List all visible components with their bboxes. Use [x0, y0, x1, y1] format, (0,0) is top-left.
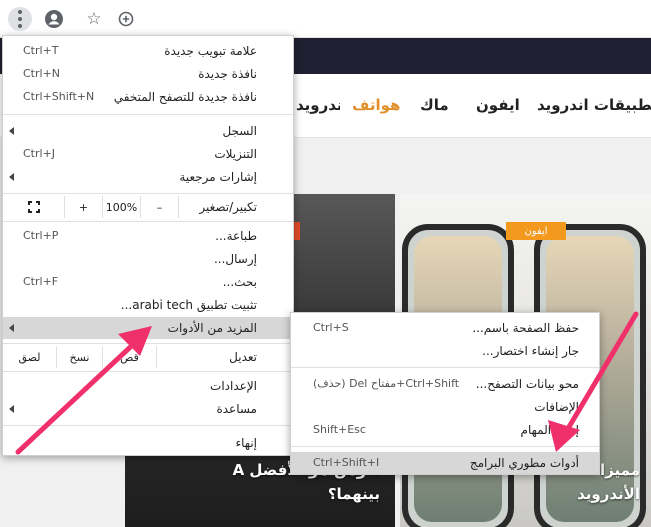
menu-divider: [3, 114, 293, 115]
headline-right-line2: الأندرويد: [577, 485, 640, 503]
zoom-controls: + 100% – تكبير/تصغير: [3, 196, 293, 218]
paste-button[interactable]: لصق: [3, 346, 57, 368]
menu-divider: [3, 343, 293, 344]
menu-item-new-tab[interactable]: Ctrl+T علامة تبويب جديدة: [3, 40, 293, 62]
menu-item-print[interactable]: Ctrl+P طباعة...: [3, 225, 293, 247]
menu-item-incognito[interactable]: Ctrl+Shift+N نافذة جديدة للتصفح المتخفي: [3, 86, 293, 108]
menu-item-label: الإعدادات: [210, 379, 257, 393]
submenu-item-create-shortcut[interactable]: جار إنشاء اختصار...: [291, 340, 599, 362]
menu-divider: [291, 367, 599, 368]
menu-divider: [3, 221, 293, 222]
submenu-item-developer-tools[interactable]: Ctrl+Shift+I أدوات مطوري البرامج: [291, 452, 599, 474]
menu-item-label: إشارات مرجعية: [179, 170, 257, 184]
shortcut-label: Ctrl+J: [23, 147, 56, 160]
menu-item-install-app[interactable]: تثبيت تطبيق arabi tech...: [3, 294, 293, 316]
nav-android-apps[interactable]: تطبيقات اندرويد: [537, 96, 651, 114]
menu-divider: [3, 425, 293, 426]
kebab-menu-icon[interactable]: [8, 7, 32, 31]
shortcut-label: Ctrl+P: [23, 229, 59, 242]
menu-item-label: نافذة جديدة: [198, 67, 257, 81]
chrome-main-menu: Ctrl+T علامة تبويب جديدة Ctrl+N نافذة جد…: [2, 35, 294, 456]
menu-item-downloads[interactable]: Ctrl+J التنزيلات: [3, 143, 293, 165]
menu-item-new-window[interactable]: Ctrl+N نافذة جديدة: [3, 63, 293, 85]
shortcut-label: Ctrl+Shift+I: [313, 456, 380, 469]
shortcut-label: Ctrl+Shift+مفتاح Del (حذف): [313, 377, 460, 390]
zoom-out-button[interactable]: –: [141, 196, 179, 218]
shortcut-label: Ctrl+N: [23, 67, 61, 80]
edit-label: تعديل: [229, 350, 257, 364]
browser-toolbar: ☆: [0, 0, 651, 38]
menu-item-label: السجل: [222, 124, 257, 138]
nav-mac[interactable]: ماك: [420, 96, 449, 114]
menu-item-label: التنزيلات: [214, 147, 257, 161]
menu-item-label: إنهاء: [235, 436, 257, 450]
menu-item-label: علامة تبويب جديدة: [164, 44, 257, 58]
menu-item-label: المزيد من الأدوات: [167, 321, 257, 335]
menu-item-label: مساعدة: [216, 402, 257, 416]
menu-item-cast[interactable]: إرسال...: [3, 248, 293, 270]
cut-button[interactable]: قص: [103, 346, 157, 368]
edit-controls: لصق نسخ قص تعديل: [3, 346, 293, 368]
menu-item-exit[interactable]: إنهاء: [3, 432, 293, 454]
shortcut-label: Ctrl+T: [23, 44, 59, 57]
headline-left-prefix: A: [232, 461, 245, 479]
submenu-item-label: محو بيانات التصفح...: [475, 377, 579, 391]
menu-item-history[interactable]: السجل: [3, 120, 293, 142]
shortcut-label: Ctrl+S: [313, 321, 349, 334]
account-circle-icon[interactable]: [42, 7, 66, 31]
zoom-label: تكبير/تصغير: [199, 200, 257, 214]
submenu-arrow-icon: [9, 173, 14, 181]
category-badge-iphone[interactable]: ايفون: [506, 222, 566, 240]
nav-phones[interactable]: هواتف: [352, 96, 400, 114]
submenu-item-label: إدارة المهام: [520, 423, 579, 437]
submenu-item-label: الإضافات: [534, 400, 579, 414]
submenu-item-label: جار إنشاء اختصار...: [482, 344, 579, 358]
submenu-item-task-manager[interactable]: Shift+Esc إدارة المهام: [291, 419, 599, 441]
fullscreen-icon[interactable]: [3, 196, 65, 218]
menu-item-more-tools[interactable]: المزيد من الأدوات: [3, 317, 293, 339]
shortcut-label: Ctrl+F: [23, 275, 59, 288]
menu-divider: [3, 193, 293, 194]
menu-item-help[interactable]: مساعدة: [3, 398, 293, 420]
submenu-arrow-icon: [9, 324, 14, 332]
star-icon[interactable]: ☆: [82, 7, 106, 31]
submenu-item-label: حفظ الصفحة باسم...: [472, 321, 579, 335]
menu-item-settings[interactable]: الإعدادات: [3, 375, 293, 397]
menu-item-find[interactable]: Ctrl+F بحث...: [3, 271, 293, 293]
submenu-arrow-icon: [9, 405, 14, 413]
headline-left-line2: بينهما؟: [327, 485, 380, 503]
menu-divider: [291, 446, 599, 447]
submenu-item-save-page[interactable]: Ctrl+S حفظ الصفحة باسم...: [291, 317, 599, 339]
nav-iphone[interactable]: ايفون: [476, 96, 520, 114]
copy-button[interactable]: نسخ: [57, 346, 103, 368]
menu-item-label: نافذة جديدة للتصفح المتخفي: [113, 90, 257, 104]
shortcut-label: Ctrl+Shift+N: [23, 90, 95, 103]
more-tools-submenu: Ctrl+S حفظ الصفحة باسم... جار إنشاء اختص…: [290, 312, 600, 475]
menu-item-label: تثبيت تطبيق arabi tech...: [120, 298, 257, 312]
menu-item-label: بحث...: [222, 275, 257, 289]
shortcut-label: Shift+Esc: [313, 423, 366, 436]
menu-item-bookmarks[interactable]: إشارات مرجعية: [3, 166, 293, 188]
plus-circle-icon[interactable]: [114, 7, 138, 31]
submenu-item-clear-data[interactable]: Ctrl+Shift+مفتاح Del (حذف) محو بيانات ال…: [291, 373, 599, 395]
submenu-item-label: أدوات مطوري البرامج: [469, 456, 579, 470]
submenu-arrow-icon: [9, 127, 14, 135]
menu-divider: [3, 371, 293, 372]
zoom-level: 100%: [103, 196, 141, 218]
submenu-item-extensions[interactable]: الإضافات: [291, 396, 599, 418]
nav-android-label: اندرويد: [296, 96, 340, 114]
menu-item-label: إرسال...: [213, 252, 257, 266]
menu-item-label: طباعة...: [215, 229, 257, 243]
zoom-in-button[interactable]: +: [65, 196, 103, 218]
nav-android[interactable]: اندرويد: [296, 96, 340, 114]
